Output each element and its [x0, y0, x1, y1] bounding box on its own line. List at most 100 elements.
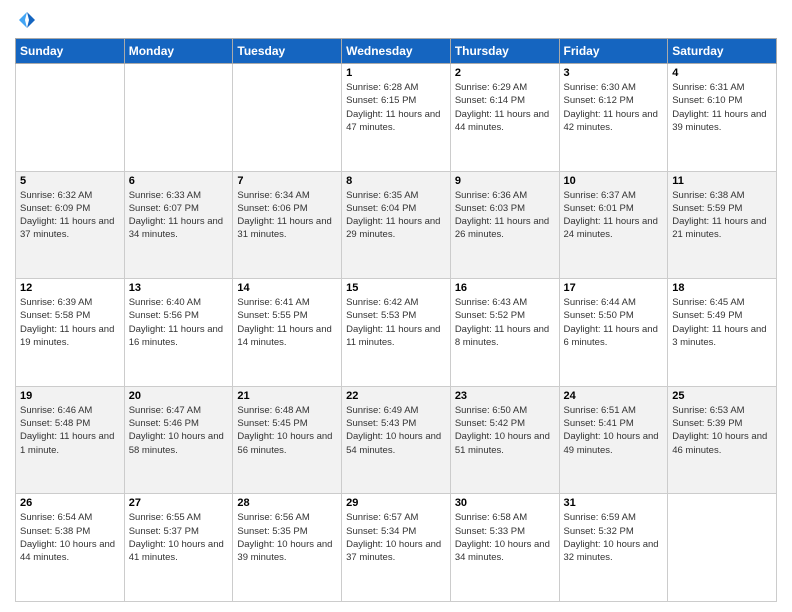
day-info: Sunrise: 6:31 AMSunset: 6:10 PMDaylight:…: [672, 81, 772, 134]
day-number: 16: [455, 282, 555, 294]
day-cell: 23Sunrise: 6:50 AMSunset: 5:42 PMDayligh…: [450, 386, 559, 494]
day-info: Sunrise: 6:38 AMSunset: 5:59 PMDaylight:…: [672, 189, 772, 242]
day-number: 13: [129, 282, 229, 294]
day-cell: 27Sunrise: 6:55 AMSunset: 5:37 PMDayligh…: [124, 494, 233, 602]
day-number: 8: [346, 175, 446, 187]
week-row-2: 5 Sunrise: 6:32 AMSunset: 6:09 PMDaylight…: [16, 171, 777, 279]
day-info: Sunrise: 6:51 AMSunset: 5:41 PMDaylight:…: [564, 404, 664, 457]
day-cell: 8 Sunrise: 6:35 AMSunset: 6:04 PMDaylight…: [342, 171, 451, 279]
day-cell: 30 Sunrise: 6:58 AMSunset: 5:33 PMDayligh…: [450, 494, 559, 602]
day-info: Sunrise: 6:44 AMSunset: 5:50 PMDaylight:…: [564, 296, 664, 349]
day-number: 4: [672, 67, 772, 79]
day-number: 18: [672, 282, 772, 294]
logo: [15, 10, 37, 30]
day-cell: 6 Sunrise: 6:33 AMSunset: 6:07 PMDaylight…: [124, 171, 233, 279]
day-cell: 9Sunrise: 6:36 AMSunset: 6:03 PMDaylight…: [450, 171, 559, 279]
day-cell: 1 Sunrise: 6:28 AMSunset: 6:15 PMDaylight…: [342, 64, 451, 172]
day-number: 7: [237, 175, 337, 187]
day-number: 5: [20, 175, 120, 187]
page: SundayMondayTuesdayWednesdayThursdayFrid…: [0, 0, 792, 612]
week-row-5: 26 Sunrise: 6:54 AMSunset: 5:38 PMDayligh…: [16, 494, 777, 602]
day-number: 29: [346, 497, 446, 509]
header-row: SundayMondayTuesdayWednesdayThursdayFrid…: [16, 39, 777, 64]
day-info: Sunrise: 6:32 AMSunset: 6:09 PMDaylight:…: [20, 189, 120, 242]
day-info: Sunrise: 6:30 AMSunset: 6:12 PMDaylight:…: [564, 81, 664, 134]
day-number: 24: [564, 390, 664, 402]
day-info: Sunrise: 6:41 AMSunset: 5:55 PMDaylight:…: [237, 296, 337, 349]
day-number: 15: [346, 282, 446, 294]
day-number: 21: [237, 390, 337, 402]
day-info: Sunrise: 6:39 AMSunset: 5:58 PMDaylight:…: [20, 296, 120, 349]
col-header-tuesday: Tuesday: [233, 39, 342, 64]
day-cell: 10Sunrise: 6:37 AMSunset: 6:01 PMDayligh…: [559, 171, 668, 279]
day-info: Sunrise: 6:48 AMSunset: 5:45 PMDaylight:…: [237, 404, 337, 457]
day-number: 25: [672, 390, 772, 402]
day-cell: 25Sunrise: 6:53 AMSunset: 5:39 PMDayligh…: [668, 386, 777, 494]
day-info: Sunrise: 6:50 AMSunset: 5:42 PMDaylight:…: [455, 404, 555, 457]
day-info: Sunrise: 6:36 AMSunset: 6:03 PMDaylight:…: [455, 189, 555, 242]
day-cell: 15 Sunrise: 6:42 AMSunset: 5:53 PMDayligh…: [342, 279, 451, 387]
col-header-monday: Monday: [124, 39, 233, 64]
day-info: Sunrise: 6:59 AMSunset: 5:32 PMDaylight:…: [564, 511, 664, 564]
day-number: 28: [237, 497, 337, 509]
day-cell: [124, 64, 233, 172]
day-number: 19: [20, 390, 120, 402]
day-info: Sunrise: 6:29 AMSunset: 6:14 PMDaylight:…: [455, 81, 555, 134]
day-cell: 12 Sunrise: 6:39 AMSunset: 5:58 PMDayligh…: [16, 279, 125, 387]
day-info: Sunrise: 6:34 AMSunset: 6:06 PMDaylight:…: [237, 189, 337, 242]
day-number: 1: [346, 67, 446, 79]
day-cell: 28 Sunrise: 6:56 AMSunset: 5:35 PMDayligh…: [233, 494, 342, 602]
day-number: 2: [455, 67, 555, 79]
day-info: Sunrise: 6:28 AMSunset: 6:15 PMDaylight:…: [346, 81, 446, 134]
day-info: Sunrise: 6:54 AMSunset: 5:38 PMDaylight:…: [20, 511, 120, 564]
day-cell: 14 Sunrise: 6:41 AMSunset: 5:55 PMDayligh…: [233, 279, 342, 387]
day-info: Sunrise: 6:35 AMSunset: 6:04 PMDaylight:…: [346, 189, 446, 242]
day-info: Sunrise: 6:47 AMSunset: 5:46 PMDaylight:…: [129, 404, 229, 457]
col-header-saturday: Saturday: [668, 39, 777, 64]
day-info: Sunrise: 6:33 AMSunset: 6:07 PMDaylight:…: [129, 189, 229, 242]
col-header-friday: Friday: [559, 39, 668, 64]
day-cell: 29 Sunrise: 6:57 AMSunset: 5:34 PMDayligh…: [342, 494, 451, 602]
week-row-4: 19 Sunrise: 6:46 AMSunset: 5:48 PMDayligh…: [16, 386, 777, 494]
day-cell: 16 Sunrise: 6:43 AMSunset: 5:52 PMDayligh…: [450, 279, 559, 387]
day-cell: 17 Sunrise: 6:44 AMSunset: 5:50 PMDayligh…: [559, 279, 668, 387]
day-cell: 22 Sunrise: 6:49 AMSunset: 5:43 PMDayligh…: [342, 386, 451, 494]
day-cell: 13Sunrise: 6:40 AMSunset: 5:56 PMDayligh…: [124, 279, 233, 387]
day-cell: 5 Sunrise: 6:32 AMSunset: 6:09 PMDaylight…: [16, 171, 125, 279]
day-number: 3: [564, 67, 664, 79]
week-row-1: 1 Sunrise: 6:28 AMSunset: 6:15 PMDaylight…: [16, 64, 777, 172]
header: [15, 10, 777, 30]
day-info: Sunrise: 6:49 AMSunset: 5:43 PMDaylight:…: [346, 404, 446, 457]
day-number: 20: [129, 390, 229, 402]
day-info: Sunrise: 6:46 AMSunset: 5:48 PMDaylight:…: [20, 404, 120, 457]
day-cell: 24 Sunrise: 6:51 AMSunset: 5:41 PMDayligh…: [559, 386, 668, 494]
day-info: Sunrise: 6:57 AMSunset: 5:34 PMDaylight:…: [346, 511, 446, 564]
day-info: Sunrise: 6:56 AMSunset: 5:35 PMDaylight:…: [237, 511, 337, 564]
day-number: 17: [564, 282, 664, 294]
day-number: 30: [455, 497, 555, 509]
day-info: Sunrise: 6:58 AMSunset: 5:33 PMDaylight:…: [455, 511, 555, 564]
day-cell: 2 Sunrise: 6:29 AMSunset: 6:14 PMDaylight…: [450, 64, 559, 172]
day-number: 31: [564, 497, 664, 509]
day-info: Sunrise: 6:43 AMSunset: 5:52 PMDaylight:…: [455, 296, 555, 349]
day-number: 26: [20, 497, 120, 509]
day-cell: 11Sunrise: 6:38 AMSunset: 5:59 PMDayligh…: [668, 171, 777, 279]
day-number: 22: [346, 390, 446, 402]
week-row-3: 12 Sunrise: 6:39 AMSunset: 5:58 PMDayligh…: [16, 279, 777, 387]
col-header-thursday: Thursday: [450, 39, 559, 64]
day-cell: [233, 64, 342, 172]
day-cell: 26 Sunrise: 6:54 AMSunset: 5:38 PMDayligh…: [16, 494, 125, 602]
day-info: Sunrise: 6:45 AMSunset: 5:49 PMDaylight:…: [672, 296, 772, 349]
col-header-sunday: Sunday: [16, 39, 125, 64]
day-number: 14: [237, 282, 337, 294]
calendar: SundayMondayTuesdayWednesdayThursdayFrid…: [15, 38, 777, 602]
day-cell: [668, 494, 777, 602]
logo-icon: [17, 10, 37, 30]
day-number: 6: [129, 175, 229, 187]
day-cell: 7 Sunrise: 6:34 AMSunset: 6:06 PMDaylight…: [233, 171, 342, 279]
day-cell: [16, 64, 125, 172]
day-number: 12: [20, 282, 120, 294]
day-info: Sunrise: 6:42 AMSunset: 5:53 PMDaylight:…: [346, 296, 446, 349]
day-cell: 3 Sunrise: 6:30 AMSunset: 6:12 PMDaylight…: [559, 64, 668, 172]
col-header-wednesday: Wednesday: [342, 39, 451, 64]
